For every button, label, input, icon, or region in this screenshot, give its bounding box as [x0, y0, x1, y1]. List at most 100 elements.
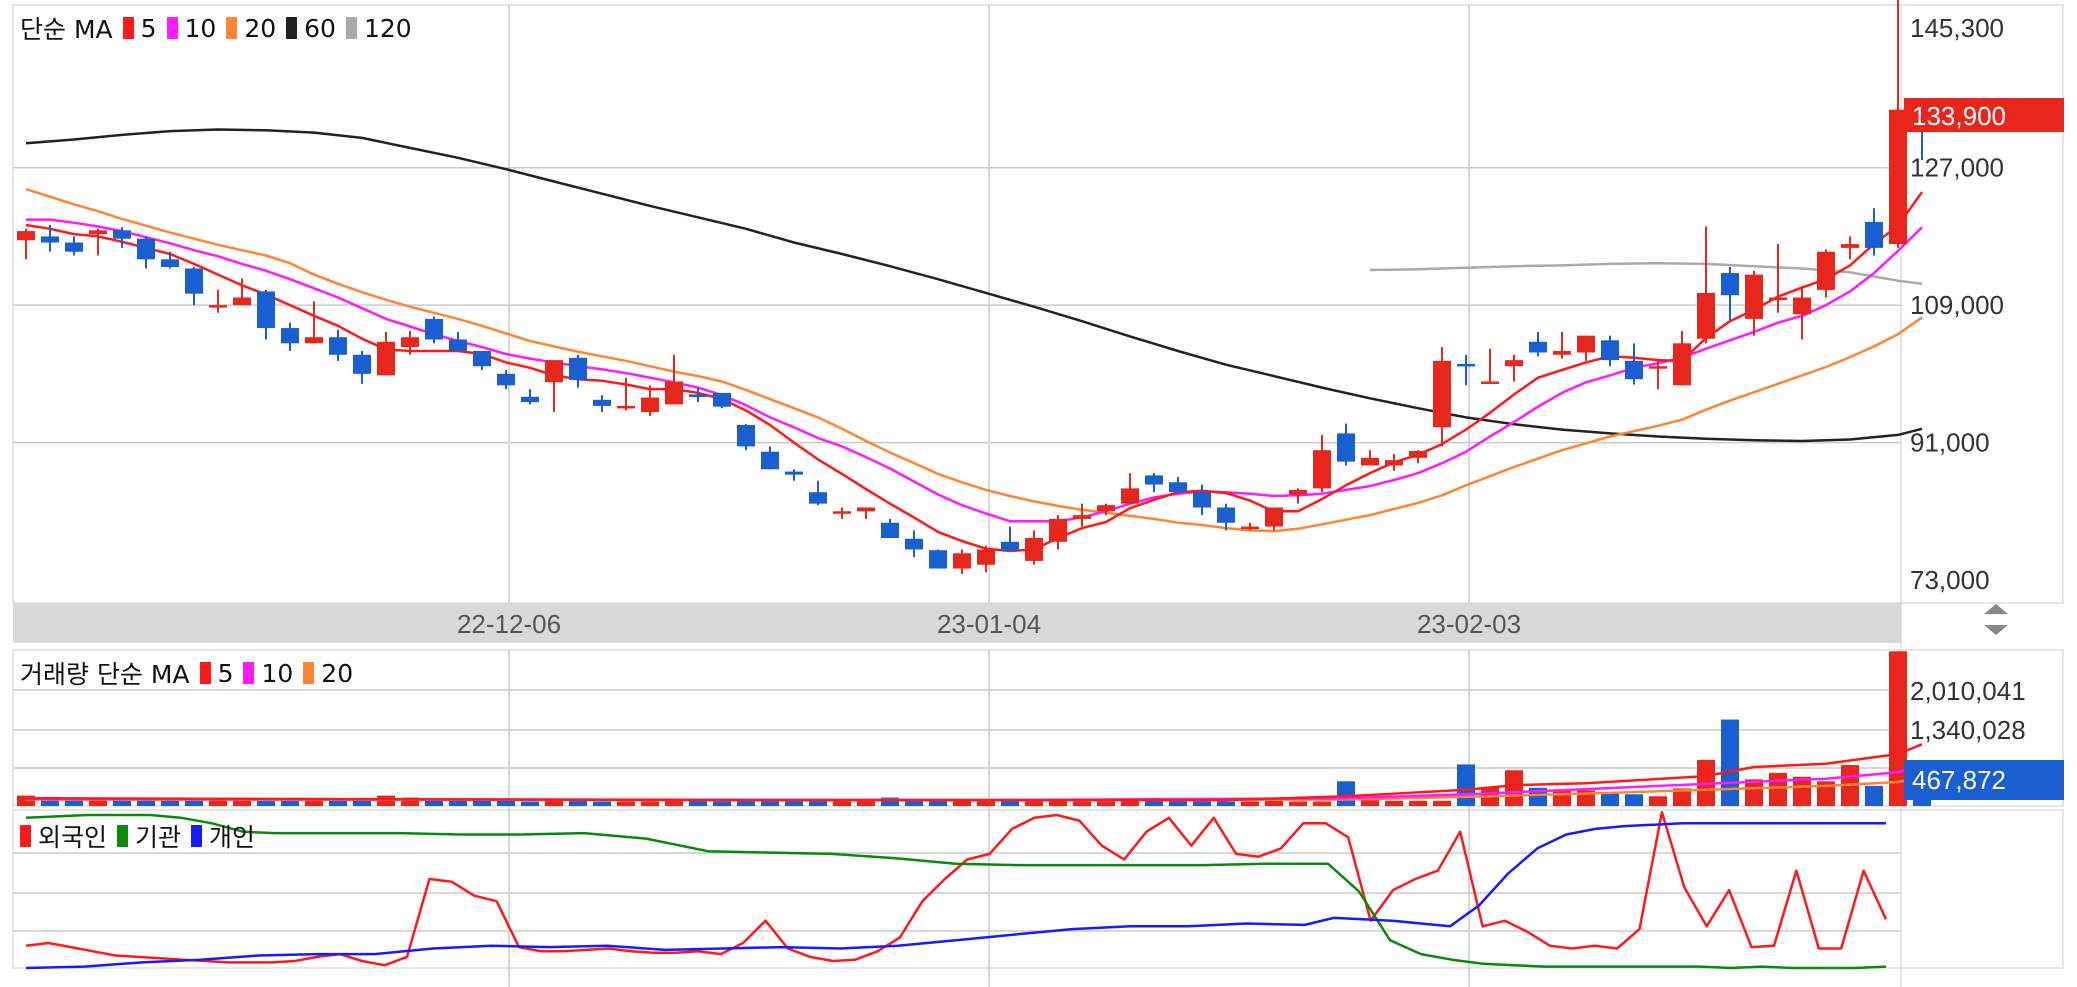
ma10-swatch: [166, 17, 178, 39]
candle-body: [401, 337, 419, 348]
candle-body: [137, 238, 155, 260]
volume-bar: [953, 800, 971, 806]
candle-body: [905, 538, 923, 550]
volume-bar: [833, 801, 851, 806]
candle-body: [521, 396, 539, 403]
volume-bar: [1745, 779, 1763, 806]
candle-body: [1865, 221, 1883, 248]
candle-body: [809, 492, 827, 504]
volume-bar: [761, 801, 779, 806]
volume-bar: [1601, 793, 1619, 806]
volume-bar: [617, 801, 635, 806]
candle-body: [1265, 507, 1283, 527]
volume-bar: [977, 801, 995, 806]
ma20-swatch: [226, 17, 238, 39]
volume-y-axis: 2,010,041 1,340,028 467,872: [1904, 676, 2064, 800]
volume-bar: [1025, 801, 1043, 806]
candle-body: [713, 392, 731, 407]
candle-body: [1625, 360, 1643, 380]
volume-bar: [689, 800, 707, 806]
panel-resize-handle[interactable]: [1984, 604, 2008, 635]
candle-body: [1817, 251, 1835, 290]
candle-body: [305, 337, 323, 344]
candle-body: [65, 242, 83, 252]
candle-body: [473, 350, 491, 367]
foreign-swatch: [20, 825, 31, 847]
volume-bar: [593, 801, 611, 806]
candle-body: [1361, 457, 1379, 466]
price-y-axis: 145,300 127,000 109,000 91,000 73,000 133,900: [1904, 13, 2064, 595]
volume-bar: [305, 800, 323, 806]
investor-lines: [25, 810, 1888, 970]
volume-bar: [1505, 770, 1523, 806]
candle-body: [953, 553, 971, 569]
institution-label: 기관: [135, 823, 182, 852]
candle-body: [209, 305, 227, 308]
volume-bar: [257, 800, 275, 806]
candle-body: [89, 230, 107, 235]
candle-body: [1601, 340, 1619, 361]
individual-label: 개인: [209, 823, 256, 852]
volume-bar: [1433, 800, 1451, 806]
price-tick-label: 91,000: [1910, 428, 1990, 458]
candle-body: [1409, 450, 1427, 458]
resize-down-arrow-icon[interactable]: [1984, 625, 2008, 635]
candle-body: [1721, 273, 1739, 296]
ma60-line: [25, 128, 1923, 443]
investor-line-0: [25, 810, 1888, 967]
volume-bar: [1241, 801, 1259, 806]
volume-legend: 거래량 단순 MA 5 10 20: [20, 655, 353, 691]
candle-body: [1745, 274, 1763, 319]
volume-bar: [1361, 800, 1379, 806]
candle-body: [1529, 341, 1547, 353]
ma120-label: 120: [363, 13, 412, 43]
candle-body: [857, 507, 875, 512]
candle-body: [569, 357, 587, 380]
individual-swatch: [191, 825, 203, 847]
candle-body: [1649, 366, 1667, 369]
price-tick-label: 73,000: [1910, 565, 1990, 595]
ma10-label: 10: [184, 13, 217, 43]
candle-body: [593, 399, 611, 406]
candle-body: [977, 549, 995, 565]
price-legend: 단순 MA 5 10 20 60 120: [20, 10, 412, 46]
volume-tick-label: 1,340,028: [1910, 715, 2026, 745]
candle-body: [1241, 526, 1259, 530]
candle-body: [1073, 515, 1091, 519]
ma60-label: 60: [304, 13, 336, 43]
candle-body: [929, 550, 947, 569]
volume-moving-averages: [25, 743, 1923, 802]
volume-bar: [1001, 800, 1019, 806]
ma60-swatch: [286, 17, 298, 39]
candle-body: [1313, 450, 1331, 489]
date-tick-label: 23-01-04: [937, 609, 1041, 639]
candle-body: [1769, 297, 1787, 301]
volume-bar: [1385, 800, 1403, 806]
candle-body: [1457, 363, 1475, 367]
candle-body: [329, 337, 347, 355]
ma20-label: 20: [244, 13, 277, 43]
candle-body: [1145, 475, 1163, 485]
candle-body: [281, 328, 299, 344]
candle-body: [1841, 244, 1859, 248]
volume-bar: [569, 800, 587, 806]
resize-up-arrow-icon[interactable]: [1984, 604, 2008, 614]
volume-bar: [1553, 790, 1571, 806]
vma5-label: 5: [217, 658, 234, 688]
candle-body: [1433, 360, 1451, 428]
volume-legend-title: 거래량 단순 MA: [20, 660, 190, 689]
volume-bar: [1865, 785, 1883, 806]
volume-bar: [1265, 800, 1283, 806]
candle-body: [1217, 507, 1235, 523]
candle-body: [1193, 492, 1211, 508]
volume-bar: [1313, 801, 1331, 806]
last-volume-label: 467,872: [1912, 765, 2006, 795]
candle-body: [1673, 343, 1691, 386]
candle-body: [641, 397, 659, 413]
candle-body: [1553, 350, 1571, 355]
volume-bar: [1193, 801, 1211, 806]
candle-body: [1577, 335, 1595, 353]
candle-body: [497, 373, 515, 386]
candle-body: [41, 236, 59, 243]
volume-bar: [1169, 801, 1187, 806]
